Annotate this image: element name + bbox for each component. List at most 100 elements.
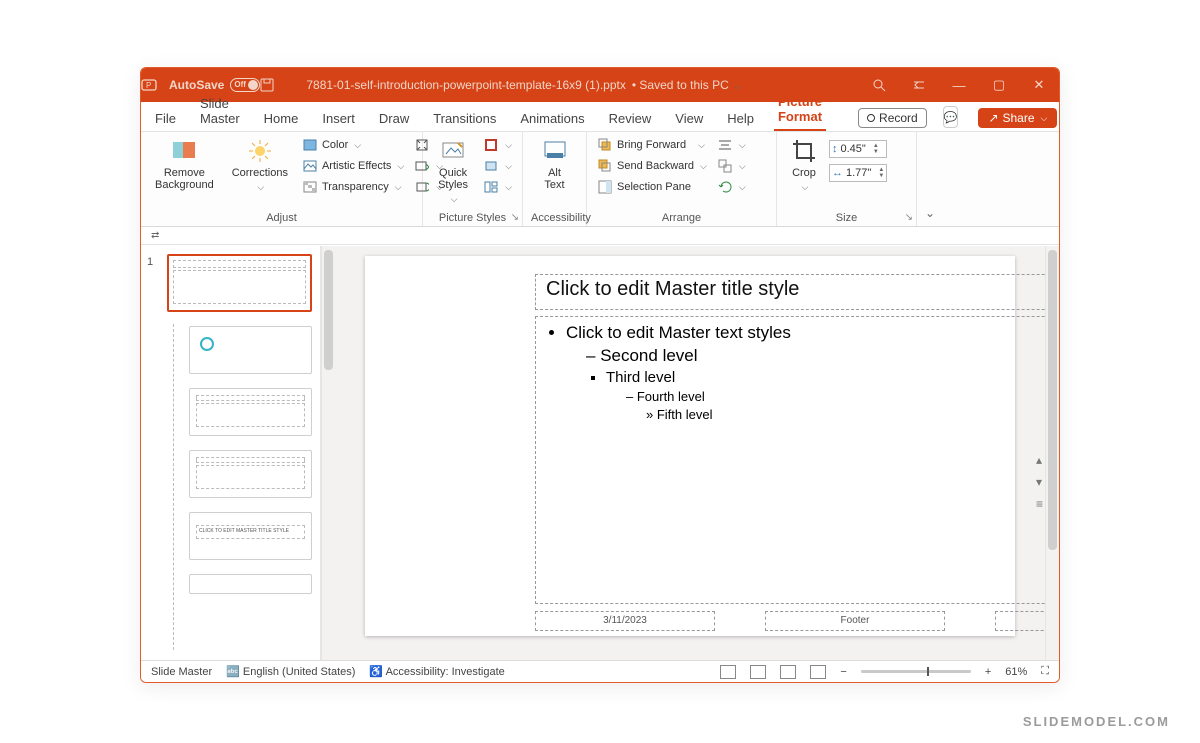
text-level-5: Fifth level [646,407,1060,422]
tab-home[interactable]: Home [260,106,303,131]
artistic-icon [302,158,318,174]
slide-canvas[interactable]: Click to edit Master title style Click t… [335,246,1045,660]
comments-button[interactable]: 💬 [943,106,959,128]
picture-effects-button[interactable]: ⌵ [481,157,514,175]
send-backward-button[interactable]: Send Backward⌵ [595,157,709,175]
group-picture-styles: Quick Styles⌵ ⌵ ⌵ ⌵ Picture Styles ↘ [423,132,523,226]
effects-icon [483,158,499,174]
toggle-off-icon: Off [230,78,260,92]
picture-border-button[interactable]: ⌵ [481,136,514,154]
zoom-in-button[interactable]: + [985,666,991,678]
remove-background-button[interactable]: Remove Background [149,136,220,193]
autosave-toggle[interactable]: AutoSave Off [169,78,260,92]
watermark: SLIDEMODEL.COM [1023,714,1170,729]
prev-slide-icon[interactable]: ▴ [1036,453,1043,467]
next-slide-icon[interactable]: ▾ [1036,475,1043,489]
tab-transitions[interactable]: Transitions [429,106,500,131]
rotate-button[interactable]: ⌵ [715,178,748,196]
tab-animations[interactable]: Animations [516,106,588,131]
text-level-3: Third level [606,369,1060,386]
slideshow-view-icon[interactable] [810,665,826,679]
body-placeholder[interactable]: Click to edit Master text styles Second … [535,316,1060,604]
search-icon[interactable] [859,68,899,102]
height-icon: ↕ [832,143,838,155]
text-level-2: Second level [586,346,1060,366]
dialog-launcher-icon[interactable]: ↘ [905,212,913,223]
picture-layout-button[interactable]: ⌵ [481,178,514,196]
bring-forward-button[interactable]: Bring Forward⌵ [595,136,709,154]
tab-view[interactable]: View [671,106,707,131]
svg-text:P: P [146,81,151,90]
canvas-scrollbar[interactable] [1045,246,1059,660]
tab-draw[interactable]: Draw [375,106,413,131]
master-thumbnail[interactable] [167,254,312,312]
layout-thumbnail[interactable] [189,388,312,436]
layout-thumbnail[interactable]: CLICK TO EDIT MASTER TITLE STYLE [189,512,312,560]
view-mode-label: Slide Master [151,666,212,678]
layout-icon [483,179,499,195]
align-button[interactable]: ⌵ [715,136,748,154]
border-icon [483,137,499,153]
transparency-button[interactable]: Transparency⌵ [300,178,406,196]
share-icon: ↗ [988,111,998,125]
alt-text-icon [542,138,568,164]
quick-styles-button[interactable]: Quick Styles⌵ [431,136,475,207]
tab-review[interactable]: Review [605,106,656,131]
thumbnail-scrollbar[interactable] [321,246,335,660]
split-icon[interactable]: ≡ [1036,497,1043,511]
group-arrange: Bring Forward⌵ Send Backward⌵ Selection … [587,132,777,226]
footer-placeholder[interactable]: Footer [765,611,945,631]
text-level-1: Click to edit Master text styles [566,323,1060,343]
crop-button[interactable]: Crop⌵ [785,136,823,195]
tab-file[interactable]: File [151,106,180,131]
sorter-view-icon[interactable] [750,665,766,679]
rotate-icon [717,179,733,195]
language-button[interactable]: 🔤 English (United States) [226,665,355,678]
record-button[interactable]: Record [858,108,927,128]
height-input[interactable]: ↕0.45"▲▼ [829,140,887,158]
zoom-slider[interactable] [861,670,971,673]
zoom-out-button[interactable]: − [840,666,846,678]
document-name[interactable]: 7881-01-self-introduction-powerpoint-tem… [306,78,626,92]
corrections-button[interactable]: Corrections⌵ [226,136,294,195]
fit-to-window-icon[interactable]: ⛶ [1041,665,1049,678]
reading-view-icon[interactable] [780,665,796,679]
layout-thumbnail[interactable] [189,326,312,374]
layout-thumbnail[interactable] [189,574,312,594]
color-button[interactable]: Color⌵ [300,136,406,154]
date-placeholder[interactable]: 3/11/2023 [535,611,715,631]
artistic-effects-button[interactable]: Artistic Effects⌵ [300,157,406,175]
title-placeholder[interactable]: Click to edit Master title style [535,274,1060,310]
tab-picture-format[interactable]: Picture Format [774,89,826,131]
workspace: 1 CLICK TO EDIT MASTER TITLE STYLE Click… [141,246,1059,660]
layout-thumbnail[interactable] [189,450,312,498]
minimize-button[interactable]: — [939,68,979,102]
slide-number-label: 1 [147,256,153,268]
selection-pane-button[interactable]: Selection Pane [595,178,709,196]
zoom-level[interactable]: 61% [1005,666,1027,678]
customize-qat-icon[interactable]: ⇄ [151,230,159,241]
accessibility-button[interactable]: ♿ Accessibility: Investigate [369,665,504,678]
text-level-4: Fourth level [626,389,1060,404]
selection-pane-icon [597,179,613,195]
share-button[interactable]: ↗Share⌵ [978,108,1057,128]
thumbnail-panel[interactable]: 1 CLICK TO EDIT MASTER TITLE STYLE [141,246,321,660]
maximize-button[interactable]: ▢ [979,68,1019,102]
group-adjust: Remove Background Corrections⌵ Color⌵ Ar… [141,132,423,226]
close-button[interactable]: ✕ [1019,68,1059,102]
group-objects-button[interactable]: ⌵ [715,157,748,175]
width-input[interactable]: ↔1.77"▲▼ [829,164,887,182]
save-icon[interactable] [260,78,288,92]
tab-help[interactable]: Help [723,106,758,131]
tab-slide-master[interactable]: Slide Master [196,91,244,131]
title-bar: P AutoSave Off 7881-01-self-introduction… [141,68,1059,102]
collapse-ribbon-button[interactable]: ⌄ [917,132,943,226]
dialog-launcher-icon[interactable]: ↘ [511,212,519,223]
tab-insert[interactable]: Insert [318,106,359,131]
save-status: Saved to this PC [639,78,728,92]
alt-text-button[interactable]: Alt Text [531,136,578,193]
group-accessibility: Alt Text Accessibility [523,132,587,226]
slide-nav: ▴ ▾ ≡ [1036,453,1043,511]
normal-view-icon[interactable] [720,665,736,679]
ribbon-options-icon[interactable] [899,68,939,102]
